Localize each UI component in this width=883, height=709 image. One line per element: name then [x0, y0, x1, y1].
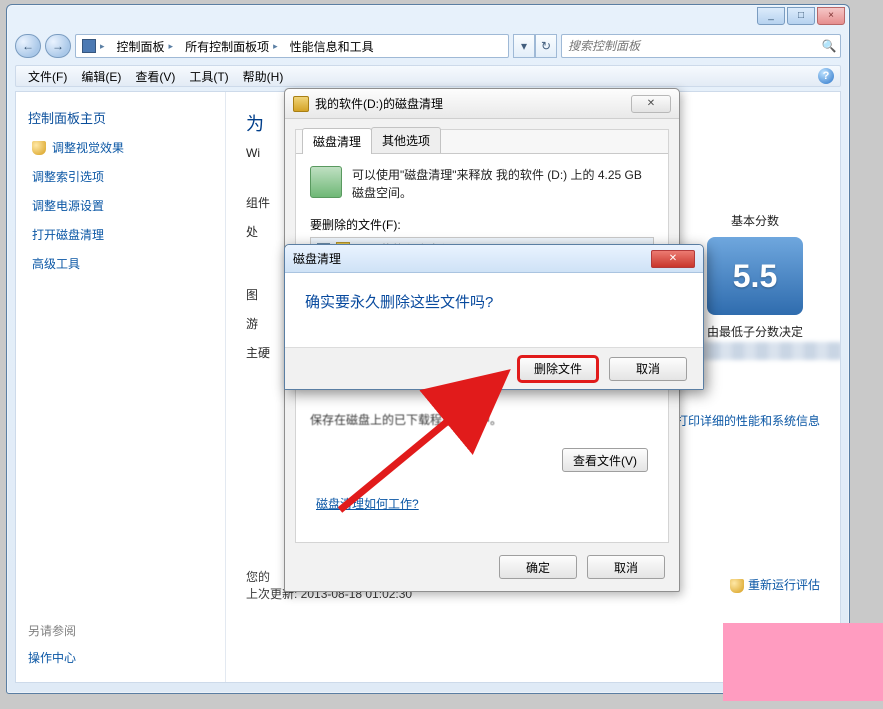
disk-cleanup-buttons: 确定 取消 — [499, 555, 665, 579]
confirm-cancel-button[interactable]: 取消 — [609, 357, 687, 381]
ok-button[interactable]: 确定 — [499, 555, 577, 579]
minimize-button[interactable]: _ — [757, 7, 785, 25]
computer-icon — [82, 39, 96, 53]
nav-forward-button[interactable]: → — [45, 34, 71, 58]
how-does-cleanup-work-link[interactable]: 磁盘清理如何工作? — [316, 495, 419, 512]
menu-tools[interactable]: 工具(T) — [183, 66, 234, 87]
print-details-link[interactable]: 打印详细的性能和系统信息 — [676, 412, 820, 429]
refresh-button[interactable]: ↻ — [535, 34, 557, 58]
search-input[interactable] — [562, 39, 818, 53]
search-box[interactable]: 🔍 — [561, 34, 841, 58]
see-also-label: 另请参阅 — [28, 622, 213, 639]
base-score-tile: 5.5 — [707, 237, 803, 315]
confirm-title-text: 磁盘清理 — [293, 250, 341, 267]
shield-icon — [32, 141, 46, 155]
sidebar-task-list: 调整视觉效果 调整索引选项 调整电源设置 打开磁盘清理 高级工具 — [32, 139, 213, 272]
menu-view[interactable]: 查看(V) — [129, 66, 181, 87]
rerun-link[interactable]: 重新运行评估 — [730, 576, 820, 593]
nav-back-button[interactable]: ← — [15, 34, 41, 58]
disk-cleanup-tabs: 磁盘清理 其他选项 — [296, 130, 668, 154]
drive-icon — [310, 166, 342, 198]
breadcrumb-performance[interactable]: 性能信息和工具 — [284, 35, 380, 57]
menu-bar: 文件(F) 编辑(E) 查看(V) 工具(T) 帮助(H) ? — [15, 65, 841, 87]
breadcrumb-root[interactable]: ▸ — [76, 35, 111, 57]
confirm-delete-dialog: 磁盘清理 ✕ 确实要永久删除这些文件吗? 删除文件 取消 — [284, 244, 704, 390]
files-to-delete-label: 要删除的文件(F): — [310, 216, 654, 233]
confirm-buttons: 删除文件 取消 — [285, 347, 703, 389]
cleanup-description: 可以使用"磁盘清理"来释放 我的软件 (D:) 上的 4.25 GB 磁盘空间。 — [352, 166, 654, 202]
disk-cleanup-close-button[interactable]: ✕ — [631, 95, 671, 113]
disk-cleanup-titlebar[interactable]: 我的软件(D:)的磁盘清理 ✕ — [285, 89, 679, 119]
sidebar: 控制面板主页 调整视觉效果 调整索引选项 调整电源设置 打开磁盘清理 高级工具 … — [16, 92, 226, 682]
cancel-button[interactable]: 取消 — [587, 555, 665, 579]
address-bar: ← → ▸ 控制面板▸ 所有控制面板项▸ 性能信息和工具 ▾ ↻ 🔍 — [15, 33, 841, 59]
sidebar-item-visual-effects[interactable]: 调整视觉效果 — [32, 139, 213, 156]
menu-edit[interactable]: 编辑(E) — [75, 66, 127, 87]
tab-more-options[interactable]: 其他选项 — [371, 127, 441, 153]
sidebar-footer: 另请参阅 操作中心 — [28, 622, 213, 666]
sidebar-item-advanced-tools[interactable]: 高级工具 — [32, 255, 213, 272]
breadcrumb-all-items[interactable]: 所有控制面板项▸ — [179, 35, 284, 57]
address-dropdown-button[interactable]: ▾ — [513, 34, 535, 58]
sidebar-item-power[interactable]: 调整电源设置 — [32, 197, 213, 214]
confirm-titlebar[interactable]: 磁盘清理 ✕ — [285, 245, 703, 273]
sidebar-item-indexing[interactable]: 调整索引选项 — [32, 168, 213, 185]
view-files-button[interactable]: 查看文件(V) — [562, 448, 648, 472]
menu-file[interactable]: 文件(F) — [22, 66, 73, 87]
delete-files-button[interactable]: 删除文件 — [519, 357, 597, 381]
decorative-overlay — [723, 623, 883, 701]
sidebar-header[interactable]: 控制面板主页 — [28, 108, 213, 127]
breadcrumb-bar[interactable]: ▸ 控制面板▸ 所有控制面板项▸ 性能信息和工具 — [75, 34, 509, 58]
score-description: 由最低子分数决定 — [707, 323, 803, 340]
confirm-message: 确实要永久删除这些文件吗? — [305, 291, 683, 312]
confirm-body: 确实要永久删除这些文件吗? — [285, 273, 703, 330]
shield-icon — [730, 579, 744, 593]
search-icon[interactable]: 🔍 — [818, 39, 840, 53]
close-button[interactable]: × — [817, 7, 845, 25]
sidebar-item-disk-cleanup[interactable]: 打开磁盘清理 — [32, 226, 213, 243]
base-score-label: 基本分数 — [731, 212, 779, 229]
confirm-close-button[interactable]: ✕ — [651, 250, 695, 268]
menu-help[interactable]: 帮助(H) — [237, 66, 290, 87]
disk-cleanup-title: 我的软件(D:)的磁盘清理 — [315, 95, 443, 112]
help-icon[interactable]: ? — [818, 68, 834, 84]
sidebar-action-center-link[interactable]: 操作中心 — [28, 649, 213, 666]
window-controls: _ □ × — [757, 7, 845, 25]
file-description: 保存在磁盘上的已下载程序文件中。 — [310, 411, 654, 428]
maximize-button[interactable]: □ — [787, 7, 815, 25]
breadcrumb-control-panel[interactable]: 控制面板▸ — [111, 35, 180, 57]
tab-disk-cleanup[interactable]: 磁盘清理 — [302, 128, 372, 154]
disk-cleanup-icon — [293, 96, 309, 112]
